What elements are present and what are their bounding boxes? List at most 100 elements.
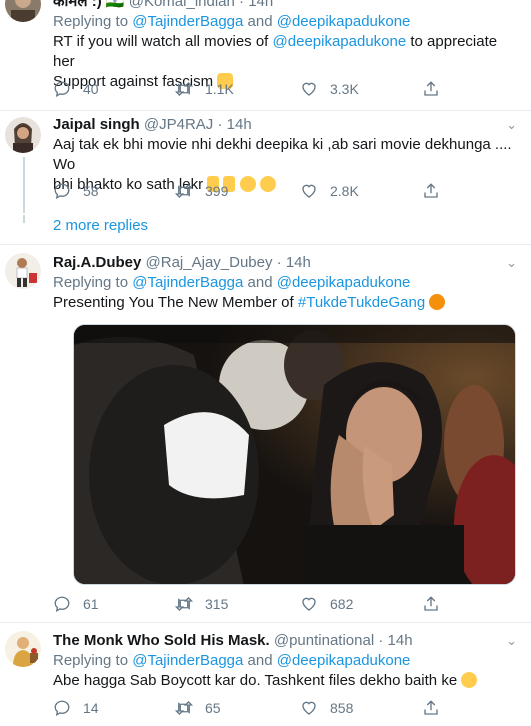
retweet-button[interactable]: 399 xyxy=(175,181,228,201)
share-icon xyxy=(424,183,438,198)
like-count: 858 xyxy=(330,700,354,716)
and-label: and xyxy=(247,652,273,669)
mention-link[interactable]: @deepikapadukone xyxy=(277,274,411,291)
chevron-down-icon[interactable]: ⌄ xyxy=(506,115,517,135)
share-icon xyxy=(424,596,438,611)
reply-count: 14 xyxy=(83,700,99,716)
and-label: and xyxy=(247,274,273,291)
mention-link[interactable]: @TajinderBagga xyxy=(132,274,243,291)
tweet[interactable]: कोमल :) 🇮🇳 @Komal_indian · 14h Replying … xyxy=(0,0,531,112)
share-button[interactable] xyxy=(422,594,440,614)
retweet-button[interactable]: 315 xyxy=(175,594,228,614)
like-button[interactable]: 858 xyxy=(300,698,353,718)
display-name[interactable]: Jaipal singh xyxy=(53,116,140,133)
separator-dot: · xyxy=(217,116,223,133)
tweet-header: Raj.A.Dubey @Raj_Ajay_Dubey · 14h ⌄ xyxy=(53,253,517,273)
like-icon xyxy=(302,597,316,611)
share-icon xyxy=(424,700,438,715)
display-name[interactable]: कोमल :) xyxy=(53,0,102,10)
like-button[interactable]: 682 xyxy=(300,594,353,614)
share-button[interactable] xyxy=(422,181,440,201)
display-name[interactable]: The Monk Who Sold His Mask. xyxy=(53,632,270,649)
user-handle[interactable]: @puntinational xyxy=(274,632,374,649)
retweet-icon xyxy=(175,82,193,96)
like-icon xyxy=(302,184,316,198)
timestamp[interactable]: 14h xyxy=(388,632,413,649)
mention-link[interactable]: @deepikapadukone xyxy=(273,33,407,50)
retweet-count: 1.1K xyxy=(205,81,234,97)
mention-link[interactable]: @TajinderBagga xyxy=(132,652,243,669)
reply-count: 61 xyxy=(83,596,99,612)
like-button[interactable]: 2.8K xyxy=(300,181,359,201)
and-label: and xyxy=(247,13,273,30)
avatar[interactable] xyxy=(5,0,41,22)
reply-button[interactable]: 14 xyxy=(53,698,99,718)
replying-to: Replying to @TajinderBagga and @deepikap… xyxy=(53,273,517,293)
reply-button[interactable]: 58 xyxy=(53,181,99,201)
avatar[interactable] xyxy=(5,631,41,667)
hashtag-link[interactable]: #TukdeTukdeGang xyxy=(298,294,425,311)
reply-icon xyxy=(54,700,70,717)
user-handle[interactable]: @Raj_Ajay_Dubey xyxy=(146,254,273,271)
reply-count: 58 xyxy=(83,183,99,199)
user-handle[interactable]: @Komal_indian xyxy=(129,0,235,10)
replying-label: Replying to xyxy=(53,652,129,669)
separator-dot: · xyxy=(378,632,384,649)
retweet-count: 399 xyxy=(205,183,229,199)
reply-button[interactable]: 61 xyxy=(53,594,99,614)
separator-dot: · xyxy=(276,254,282,271)
text-part: Aaj tak ek bhi movie nhi dekhi deepika k… xyxy=(53,136,512,173)
timestamp[interactable]: 14h xyxy=(248,0,273,10)
flag-emoji: 🇮🇳 xyxy=(105,0,125,10)
timestamp[interactable]: 14h xyxy=(227,116,252,133)
retweet-button[interactable]: 65 xyxy=(175,698,221,718)
tweet-photo[interactable] xyxy=(73,324,516,585)
reply-icon xyxy=(54,596,70,613)
tears-of-joy-emoji xyxy=(461,672,478,688)
user-handle[interactable]: @JP4RAJ xyxy=(144,116,213,133)
replying-label: Replying to xyxy=(53,13,129,30)
share-button[interactable] xyxy=(422,79,440,99)
replying-to: Replying to @TajinderBagga and @deepikap… xyxy=(53,651,517,671)
like-count: 3.3K xyxy=(330,81,359,97)
avatar[interactable] xyxy=(5,253,41,289)
chevron-down-icon[interactable]: ⌄ xyxy=(506,253,517,273)
mention-link[interactable]: @TajinderBagga xyxy=(132,13,243,30)
tweet[interactable]: Jaipal singh @JP4RAJ · 14h ⌄ Aaj tak ek … xyxy=(0,111,531,243)
angry-face-emoji xyxy=(429,294,446,310)
chevron-down-icon[interactable]: ⌄ xyxy=(506,631,517,651)
tweet-header: The Monk Who Sold His Mask. @puntination… xyxy=(53,631,517,651)
like-icon xyxy=(302,701,316,715)
display-name[interactable]: Raj.A.Dubey xyxy=(53,254,141,271)
thread-line xyxy=(23,215,25,223)
retweet-count: 315 xyxy=(205,596,229,612)
like-count: 682 xyxy=(330,596,354,612)
like-button[interactable]: 3.3K xyxy=(300,79,359,99)
mention-link[interactable]: @deepikapadukone xyxy=(277,652,411,669)
retweet-icon xyxy=(175,184,193,198)
share-button[interactable] xyxy=(422,698,440,718)
tweet[interactable]: The Monk Who Sold His Mask. @puntination… xyxy=(0,623,531,726)
tweet-actions: 14 65 858 xyxy=(53,698,443,718)
text-part: Abe hagga Sab Boycott kar do. Tashkent f… xyxy=(53,672,458,689)
reply-button[interactable]: 40 xyxy=(53,79,99,99)
retweet-button[interactable]: 1.1K xyxy=(175,79,234,99)
tweet-actions: 58 399 2.8K xyxy=(53,181,443,201)
avatar[interactable] xyxy=(5,117,41,153)
reply-count: 40 xyxy=(83,81,99,97)
like-icon xyxy=(302,82,316,96)
reply-icon xyxy=(54,81,70,98)
tweet-actions: 40 1.1K 3.3K xyxy=(53,79,443,99)
replying-label: Replying to xyxy=(53,274,129,291)
tweet-actions: 61 315 682 xyxy=(53,594,443,614)
mention-link[interactable]: @deepikapadukone xyxy=(277,13,411,30)
tweet-header: Jaipal singh @JP4RAJ · 14h ⌄ xyxy=(53,115,517,135)
retweet-icon xyxy=(175,701,193,715)
tweet-text: Abe hagga Sab Boycott kar do. Tashkent f… xyxy=(53,671,517,691)
retweet-count: 65 xyxy=(205,700,221,716)
more-replies-link[interactable]: 2 more replies xyxy=(53,216,148,236)
tweet-text: Presenting You The New Member of #TukdeT… xyxy=(53,293,517,313)
text-part: RT if you will watch all movies of xyxy=(53,33,269,50)
timestamp[interactable]: 14h xyxy=(286,254,311,271)
share-icon xyxy=(424,81,438,96)
